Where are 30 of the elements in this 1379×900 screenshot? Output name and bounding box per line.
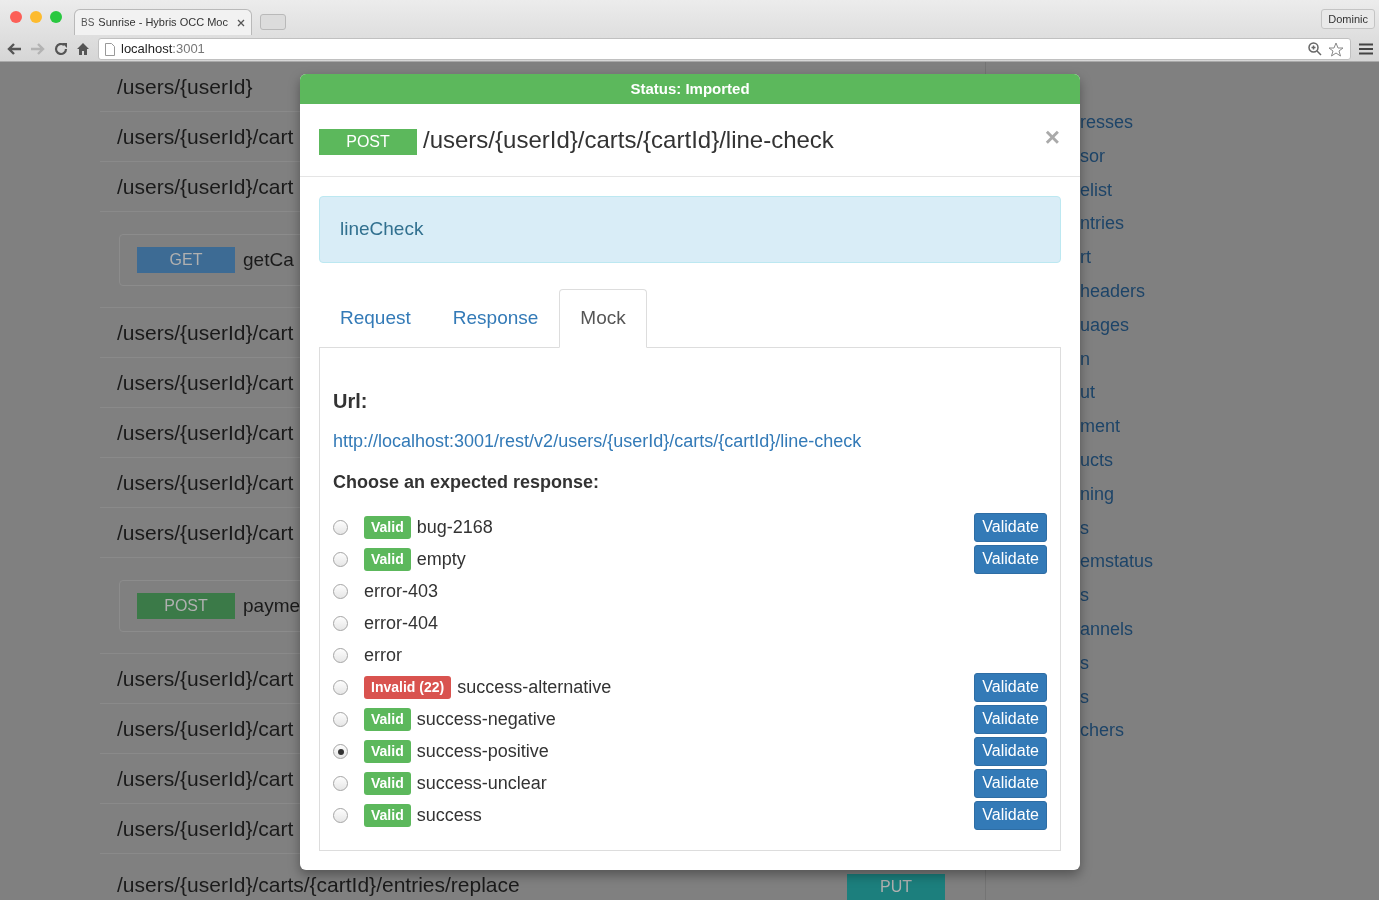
operation-alert: lineCheck xyxy=(319,196,1061,263)
operation-name: payme xyxy=(243,593,301,618)
response-prompt: Choose an expected response: xyxy=(333,470,601,494)
validation-badge: Valid xyxy=(364,803,411,828)
method-label: POST xyxy=(137,593,235,619)
method-label: PUT xyxy=(847,874,945,900)
response-name: bug-2168 xyxy=(416,516,493,539)
validation-badge: Valid xyxy=(364,771,411,796)
response-name: error xyxy=(364,644,402,667)
validation-badge: Valid xyxy=(364,515,411,540)
response-name: error-403 xyxy=(364,580,439,603)
url-label: Url: xyxy=(333,388,369,414)
response-name: empty xyxy=(416,548,466,571)
method-label: GET xyxy=(137,247,235,273)
favicon: BS xyxy=(81,16,95,30)
response-name: error-404 xyxy=(364,612,439,635)
response-name: success-negative xyxy=(416,708,556,731)
response-name: success-positive xyxy=(416,740,549,763)
method-label: POST xyxy=(319,129,417,155)
validation-badge: Invalid (22) xyxy=(364,675,452,700)
modal-title: /users/{userId}/carts/{cartId}/line-check xyxy=(423,125,834,155)
response-name: success-alternative xyxy=(457,676,612,699)
response-name: success-unclear xyxy=(416,772,547,795)
tab-title: Sunrise - Hybris OCC Moc xyxy=(98,15,229,31)
status-bar: Status: Imported xyxy=(300,74,1080,104)
operation-name: getCa xyxy=(243,247,294,272)
response-name: success xyxy=(416,804,482,827)
validation-badge: Valid xyxy=(364,707,411,732)
validation-badge: Valid xyxy=(364,739,411,764)
validation-badge: Valid xyxy=(364,547,411,572)
